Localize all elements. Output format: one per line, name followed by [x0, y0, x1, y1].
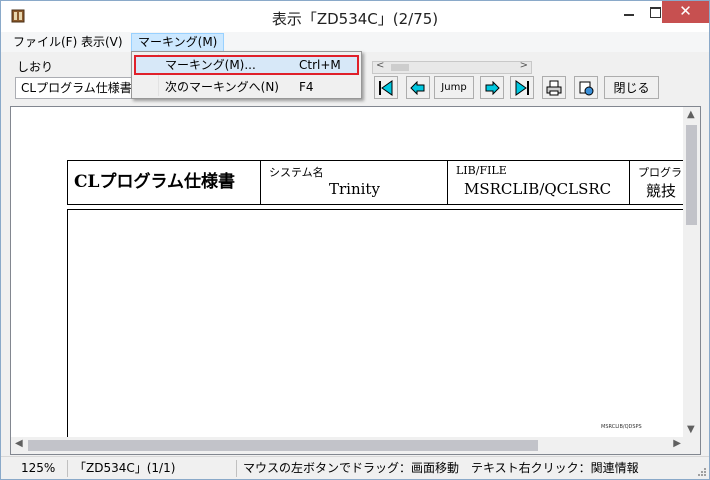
scroll-down-icon[interactable]: ▼ — [687, 424, 695, 435]
close-button[interactable]: 閉じる — [604, 76, 659, 99]
lib-label: LIB/FILE — [456, 164, 507, 177]
menu-bar: ファイル(F) 表示(V) マーキング(M) — [1, 32, 709, 52]
spec-title: CLプログラム仕様書 — [68, 161, 261, 204]
jump-button[interactable]: Jump — [434, 76, 474, 99]
prev-page-button[interactable] — [406, 76, 430, 99]
menu-item-marking-shortcut: Ctrl+M — [299, 58, 341, 72]
system-label: システム名 — [269, 166, 324, 179]
scroll-corner — [683, 437, 700, 454]
zoom-level: 125% — [21, 461, 56, 475]
menu-item-next-marking-shortcut: F4 — [299, 80, 314, 94]
last-page-icon — [515, 79, 529, 96]
viewer-window: 表示「ZD534C」(2/75) ✕ ファイル(F) 表示(V) マーキング(M… — [0, 0, 710, 480]
arrow-right-icon — [485, 80, 500, 95]
vertical-scroll-thumb[interactable] — [686, 125, 697, 225]
spec-header: CLプログラム仕様書 システム名 Trinity LIB/FILE MSRCLI… — [67, 160, 700, 205]
print-settings-icon — [579, 81, 594, 95]
print-settings-button[interactable] — [574, 76, 598, 99]
scroll-right-icon[interactable]: > — [520, 60, 528, 71]
scroll-up-icon[interactable]: ▲ — [687, 109, 695, 120]
lib-cell: LIB/FILE MSRCLIB/QCLSRC — [448, 161, 630, 204]
page-scrollbar[interactable]: < > — [372, 60, 532, 74]
next-page-button[interactable] — [480, 76, 504, 99]
menu-item-next-marking[interactable]: 次のマーキングへ(N) F4 — [134, 77, 359, 97]
horizontal-scrollbar[interactable]: ◀ ▶ — [11, 437, 685, 454]
system-cell: システム名 Trinity — [261, 161, 448, 204]
hscroll-right-icon[interactable]: ▶ — [673, 438, 681, 449]
lib-value: MSRCLIB/QCLSRC — [464, 180, 612, 198]
window-close-button[interactable]: ✕ — [662, 1, 709, 23]
status-hint: マウスの左ボタンでドラッグ：画面移動 テキスト右クリック：関連情報 — [236, 460, 686, 477]
program-label: プログラ — [638, 166, 682, 179]
bookmark-select[interactable]: CLプログラム仕様書 — [15, 77, 145, 99]
print-button[interactable] — [542, 76, 566, 99]
arrow-left-icon — [410, 80, 425, 95]
menu-view[interactable]: 表示(V) — [75, 33, 129, 52]
document-view[interactable]: CLプログラム仕様書 システム名 Trinity LIB/FILE MSRCLI… — [10, 106, 701, 455]
spec-body — [67, 209, 700, 449]
resize-grip-icon[interactable] — [697, 467, 707, 477]
page-scroll-thumb[interactable] — [391, 64, 409, 71]
marking-dropdown: マーキング(M)... Ctrl+M 次のマーキングへ(N) F4 — [131, 51, 362, 99]
scroll-left-icon[interactable]: < — [376, 60, 384, 71]
menu-marking[interactable]: マーキング(M) — [131, 33, 225, 52]
first-page-button[interactable] — [374, 76, 398, 99]
menu-item-marking[interactable]: マーキング(M)... Ctrl+M — [134, 55, 359, 75]
hscroll-left-icon[interactable]: ◀ — [15, 438, 23, 449]
program-value: 競技 — [646, 182, 677, 200]
window-title: 表示「ZD534C」(2/75) — [271, 10, 439, 28]
footer-text: MSRCLIB/QDSPS — [601, 424, 642, 430]
bookmark-label: しおり — [17, 60, 54, 74]
system-value: Trinity — [329, 180, 380, 198]
menu-item-marking-label: マーキング(M)... — [165, 58, 256, 72]
printer-icon — [546, 80, 562, 95]
minimize-button[interactable] — [615, 1, 643, 23]
menu-item-next-marking-label: 次のマーキングへ(N) — [165, 80, 279, 94]
vertical-scrollbar[interactable]: ▲ ▼ — [683, 107, 700, 438]
first-page-icon — [379, 79, 393, 96]
menu-file[interactable]: ファイル(F) — [7, 33, 83, 52]
title-bar[interactable]: 表示「ZD534C」(2/75) ✕ — [1, 1, 709, 32]
horizontal-scroll-thumb[interactable] — [28, 440, 538, 451]
status-bar: 125% 「ZD534C」(1/1) マウスの左ボタンでドラッグ：画面移動 テキ… — [1, 456, 709, 479]
close-icon: ✕ — [679, 2, 692, 20]
page-indicator: 「ZD534C」(1/1) — [67, 460, 236, 477]
last-page-button[interactable] — [510, 76, 534, 99]
